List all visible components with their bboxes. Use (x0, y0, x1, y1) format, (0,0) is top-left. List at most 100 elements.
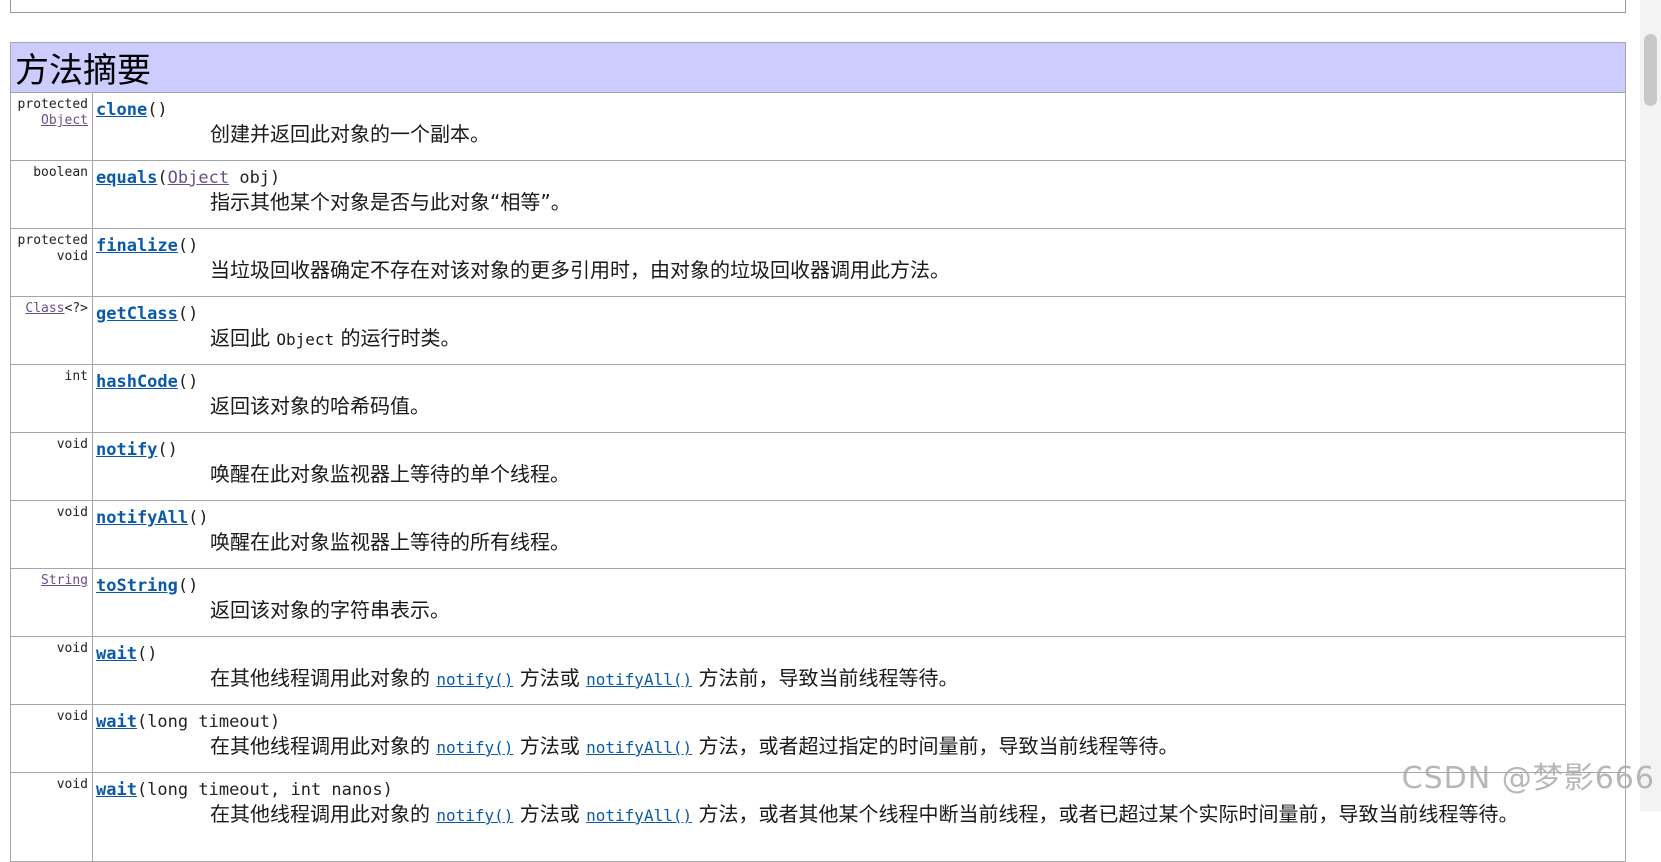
method-description: 返回该对象的哈希码值。 (210, 394, 430, 418)
desc-code: Object (276, 330, 335, 349)
notifyall-link[interactable]: notifyAll() (586, 738, 692, 757)
return-type: String (10, 568, 93, 637)
method-signature: () (177, 304, 199, 324)
return-type: void (10, 636, 93, 705)
method-link[interactable]: wait (96, 644, 137, 664)
method-link[interactable]: hashCode (96, 372, 178, 392)
return-type: void (10, 432, 93, 501)
notify-link[interactable]: notify() (436, 738, 513, 757)
desc-text: 方法，或者超过指定的时间量前，导致当前线程等待。 (692, 734, 1179, 758)
method-cell: wait(long timeout) 在其他线程调用此对象的 notify() … (92, 704, 1626, 773)
table-row: void notifyAll() 唤醒在此对象监视器上等待的所有线程。 (10, 500, 1626, 569)
desc-text: 方法或 (513, 802, 587, 826)
method-signature: () (147, 100, 168, 120)
watermark: CSDN @梦影666 (1401, 761, 1655, 796)
method-cell: finalize() 当垃圾回收器确定不存在对该对象的更多引用时，由对象的垃圾回… (92, 228, 1626, 297)
return-type: boolean (10, 160, 93, 229)
return-type-link[interactable]: String (11, 573, 88, 589)
method-cell: hashCode() 返回该对象的哈希码值。 (92, 364, 1626, 433)
method-signature: () (177, 576, 199, 596)
method-cell: notifyAll() 唤醒在此对象监视器上等待的所有线程。 (92, 500, 1626, 569)
method-link[interactable]: wait (96, 712, 137, 732)
method-link[interactable]: clone (96, 100, 147, 120)
method-cell: clone() 创建并返回此对象的一个副本。 (92, 92, 1626, 161)
notifyall-link[interactable]: notifyAll() (586, 670, 692, 689)
table-row: boolean equals(Object obj) 指示其他某个对象是否与此对… (10, 160, 1626, 229)
return-type-text: void (56, 249, 88, 264)
notify-link[interactable]: notify() (436, 670, 513, 689)
method-description: 返回此 Object 的运行时类。 (96, 325, 1625, 353)
method-summary-table: 方法摘要 protected Object clone() 创建并返回此对象的一… (10, 42, 1626, 862)
signature-rest: obj) (229, 168, 281, 188)
return-type-text: void (56, 777, 88, 792)
table-row: void wait(long timeout, int nanos) 在其他线程… (10, 772, 1626, 862)
return-type-link[interactable]: Object (11, 113, 88, 129)
method-signature: () (188, 508, 209, 528)
desc-text: 在其他线程调用此对象的 (210, 666, 437, 690)
return-type: Class<?> (10, 296, 93, 365)
table-row: void wait() 在其他线程调用此对象的 notify() 方法或 not… (10, 636, 1626, 705)
type-suffix: <?> (64, 301, 88, 316)
method-description: 当垃圾回收器确定不存在对该对象的更多引用时，由对象的垃圾回收器调用此方法。 (210, 258, 950, 282)
desc-text: 在其他线程调用此对象的 (210, 734, 437, 758)
desc-text: 方法或 (513, 734, 587, 758)
method-description: 返回该对象的字符串表示。 (210, 598, 450, 622)
return-type-text: boolean (33, 165, 88, 180)
method-cell: getClass() 返回此 Object 的运行时类。 (92, 296, 1626, 365)
modifier: protected (17, 233, 88, 248)
desc-text: 方法或 (513, 666, 587, 690)
table-row: protected void finalize() 当垃圾回收器确定不存在对该对… (10, 228, 1626, 297)
method-description: 唤醒在此对象监视器上等待的所有线程。 (210, 530, 570, 554)
return-type-text: void (56, 641, 88, 656)
return-type-text: void (56, 437, 88, 452)
desc-text: 方法前，导致当前线程等待。 (692, 666, 959, 690)
modifier: protected (17, 97, 88, 112)
method-description: 在其他线程调用此对象的 notify() 方法或 notifyAll() 方法，… (96, 801, 1625, 829)
method-cell: notify() 唤醒在此对象监视器上等待的单个线程。 (92, 432, 1626, 501)
method-signature: () (177, 372, 199, 392)
return-type: void (10, 772, 93, 862)
table-row: void wait(long timeout) 在其他线程调用此对象的 noti… (10, 704, 1626, 773)
method-signature: () (177, 236, 199, 256)
return-type: void (10, 704, 93, 773)
method-signature: () (157, 440, 178, 460)
notifyall-link[interactable]: notifyAll() (586, 806, 692, 825)
method-link[interactable]: getClass (96, 304, 178, 324)
method-description: 在其他线程调用此对象的 notify() 方法或 notifyAll() 方法前… (96, 665, 1625, 693)
table-row: String toString() 返回该对象的字符串表示。 (10, 568, 1626, 637)
desc-text: 在其他线程调用此对象的 (210, 802, 437, 826)
method-cell: equals(Object obj) 指示其他某个对象是否与此对象“相等”。 (92, 160, 1626, 229)
desc-text: 方法，或者其他某个线程中断当前线程，或者已超过某个实际时间量前，导致当前线程等待… (692, 802, 1519, 826)
method-cell: wait() 在其他线程调用此对象的 notify() 方法或 notifyAl… (92, 636, 1626, 705)
return-type: protected Object (10, 92, 93, 161)
return-type: protected void (10, 228, 93, 297)
scrollbar-thumb[interactable] (1644, 34, 1657, 106)
return-type-text: void (56, 505, 88, 520)
method-link[interactable]: notifyAll (96, 508, 188, 528)
signature-open: ( (157, 168, 168, 188)
table-row: int hashCode() 返回该对象的哈希码值。 (10, 364, 1626, 433)
return-type-link[interactable]: Class (25, 301, 64, 316)
method-signature: () (136, 644, 158, 664)
method-link[interactable]: wait (96, 780, 137, 800)
method-description: 指示其他某个对象是否与此对象“相等”。 (210, 190, 571, 214)
method-link[interactable]: finalize (96, 236, 178, 256)
return-type: int (10, 364, 93, 433)
method-description: 唤醒在此对象监视器上等待的单个线程。 (210, 462, 570, 486)
method-signature: (long timeout, int nanos) (136, 780, 393, 800)
notify-link[interactable]: notify() (436, 806, 513, 825)
section-title: 方法摘要 (10, 42, 1626, 93)
method-description: 在其他线程调用此对象的 notify() 方法或 notifyAll() 方法，… (96, 733, 1625, 761)
method-cell: wait(long timeout, int nanos) 在其他线程调用此对象… (92, 772, 1626, 862)
method-link[interactable]: toString (96, 576, 178, 596)
return-type-text: void (56, 709, 88, 724)
method-link[interactable]: equals (96, 168, 157, 188)
table-row: void notify() 唤醒在此对象监视器上等待的单个线程。 (10, 432, 1626, 501)
method-link[interactable]: notify (96, 440, 157, 460)
return-type: void (10, 500, 93, 569)
vertical-scrollbar[interactable] (1640, 0, 1661, 811)
method-signature: (long timeout) (136, 712, 281, 732)
table-row: Class<?> getClass() 返回此 Object 的运行时类。 (10, 296, 1626, 365)
param-type-link[interactable]: Object (168, 168, 229, 188)
desc-text: 的运行时类。 (334, 326, 461, 350)
